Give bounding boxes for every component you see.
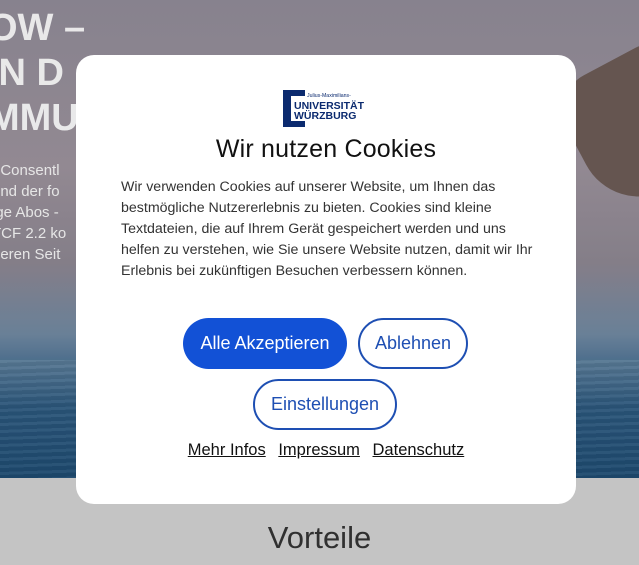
cookie-consent-dialog: Julius-Maximilians- UNIVERSITÄT WÜRZBURG…	[76, 55, 576, 504]
cookie-dialog-text: Wir verwenden Cookies auf unserer Websit…	[121, 179, 533, 279]
privacy-link[interactable]: Datenschutz	[373, 441, 465, 459]
cookie-dialog-title: Wir nutzen Cookies	[215, 135, 437, 163]
accept-all-button[interactable]: Alle Akzeptieren	[183, 318, 347, 369]
imprint-link[interactable]: Impressum	[278, 441, 360, 459]
logo-line-3: WÜRZBURG	[294, 109, 356, 122]
decline-button[interactable]: Ablehnen	[358, 318, 468, 369]
logo-line-1: Julius-Maximilians-	[307, 93, 351, 99]
cookie-dialog-links: Mehr Infos Impressum Datenschutz	[76, 441, 576, 460]
more-info-link[interactable]: Mehr Infos	[188, 441, 266, 459]
settings-button[interactable]: Einstellungen	[253, 379, 397, 430]
university-logo: Julius-Maximilians- UNIVERSITÄT WÜRZBURG	[283, 90, 365, 127]
